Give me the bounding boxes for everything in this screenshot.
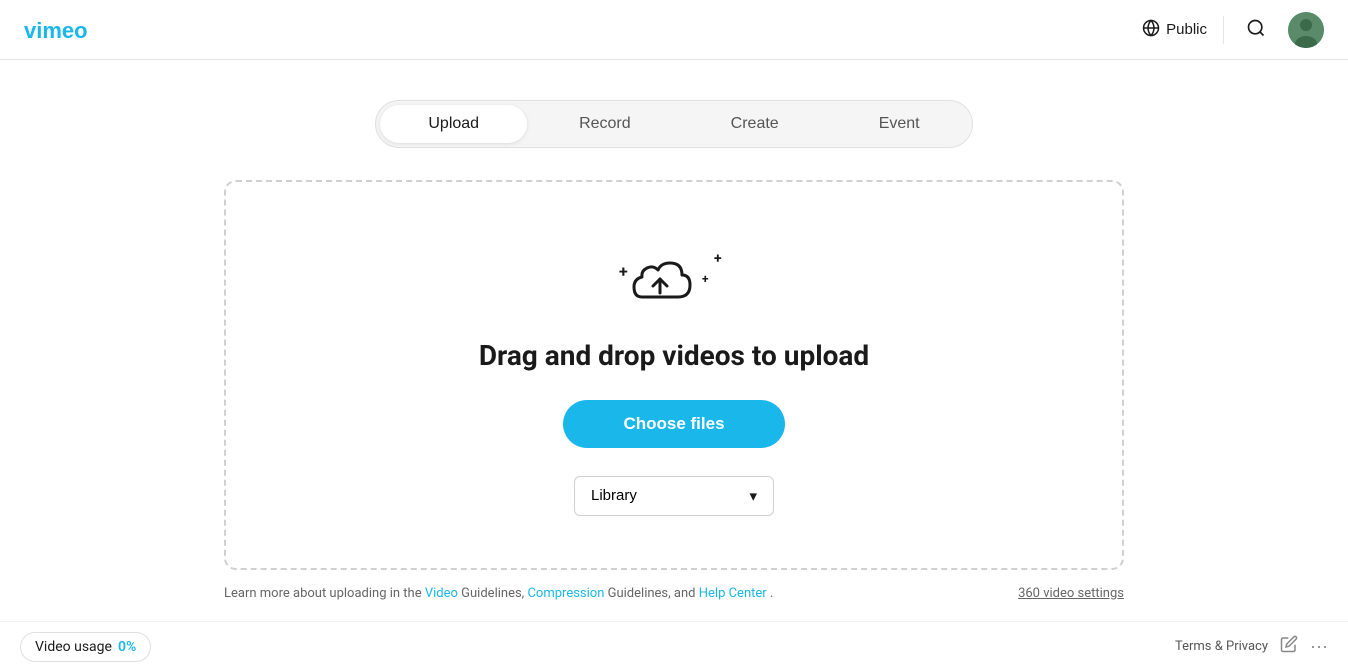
tab-record[interactable]: Record xyxy=(531,105,679,143)
video-usage-widget: Video usage 0% xyxy=(20,632,151,662)
public-label: Public xyxy=(1166,21,1207,38)
library-dropdown[interactable]: Library My Videos Team Videos xyxy=(591,487,749,504)
drag-drop-text: Drag and drop videos to upload xyxy=(479,339,869,372)
public-button[interactable]: Public xyxy=(1142,19,1207,41)
chevron-down-icon: ▾ xyxy=(749,487,757,505)
terms-privacy-link[interactable]: Terms & Privacy xyxy=(1175,639,1268,654)
pencil-icon xyxy=(1280,635,1298,658)
video-settings-link[interactable]: 360 video settings xyxy=(1018,586,1124,601)
avatar[interactable] xyxy=(1288,12,1324,48)
video-usage-label: Video usage xyxy=(35,639,112,655)
upload-dropzone[interactable]: + + + Drag and drop videos to upload Cho… xyxy=(224,180,1124,570)
footer-info: Learn more about uploading in the Video … xyxy=(224,586,1124,601)
ellipsis-icon: ··· xyxy=(1310,636,1328,657)
globe-icon xyxy=(1142,19,1160,41)
search-button[interactable] xyxy=(1240,12,1272,47)
video-guidelines-link[interactable]: Video xyxy=(425,586,458,601)
help-center-link[interactable]: Help Center xyxy=(699,586,767,601)
main-content: Upload Record Create Event + + + Drag an… xyxy=(0,60,1348,660)
header: vimeo Public xyxy=(0,0,1348,60)
header-right: Public xyxy=(1142,12,1324,48)
search-icon xyxy=(1246,18,1266,41)
usage-percentage: 0% xyxy=(118,639,136,655)
bottom-right: Terms & Privacy ··· xyxy=(1175,635,1328,658)
bottom-bar: Video usage 0% Terms & Privacy ··· xyxy=(0,621,1348,671)
upload-tabs: Upload Record Create Event xyxy=(375,100,972,148)
cloud-upload-icon: + + + xyxy=(614,235,734,315)
vimeo-logo: vimeo xyxy=(24,16,104,44)
svg-text:+: + xyxy=(702,272,709,286)
svg-text:+: + xyxy=(714,251,722,267)
library-selector[interactable]: Library My Videos Team Videos ▾ xyxy=(574,476,774,516)
tab-event[interactable]: Event xyxy=(831,105,968,143)
header-divider xyxy=(1223,16,1224,44)
edit-button[interactable] xyxy=(1280,635,1298,658)
tab-upload[interactable]: Upload xyxy=(380,105,527,143)
choose-files-button[interactable]: Choose files xyxy=(563,400,784,448)
learn-more-text: Learn more about uploading in the Video … xyxy=(224,586,773,601)
header-left: vimeo xyxy=(24,16,104,44)
more-options-button[interactable]: ··· xyxy=(1310,636,1328,657)
compression-guidelines-link[interactable]: Compression xyxy=(527,586,604,601)
svg-text:vimeo: vimeo xyxy=(24,18,88,43)
tab-create[interactable]: Create xyxy=(683,105,827,143)
svg-text:+: + xyxy=(619,262,628,281)
